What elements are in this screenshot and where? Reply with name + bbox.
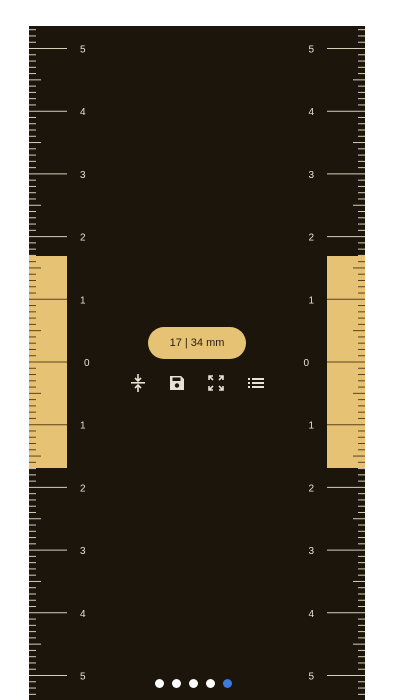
ruler-label: 4 bbox=[308, 107, 314, 118]
ruler-label: 4 bbox=[80, 107, 86, 118]
ruler-label: 3 bbox=[308, 170, 314, 181]
ruler-label: 2 bbox=[308, 483, 314, 494]
save-button[interactable] bbox=[166, 372, 188, 394]
ruler-label: 1 bbox=[80, 421, 86, 432]
page-dot[interactable] bbox=[206, 679, 215, 688]
ruler-screen[interactable]: 5 5 4 4 3 3 2 2 1 1 0 0 1 1 2 2 3 3 4 4 5 5 17 | 34 mm bbox=[29, 26, 365, 700]
ruler-label: 3 bbox=[80, 546, 86, 557]
ruler-label: 5 bbox=[80, 672, 86, 683]
compress-button[interactable] bbox=[127, 372, 149, 394]
list-button[interactable] bbox=[245, 372, 267, 394]
ruler-label: 2 bbox=[80, 233, 86, 244]
ruler-label: 3 bbox=[80, 170, 86, 181]
ruler-label: 1 bbox=[80, 295, 86, 306]
ruler-label: 0 bbox=[303, 358, 309, 369]
ruler-label: 3 bbox=[308, 546, 314, 557]
page-dot-active[interactable] bbox=[223, 679, 232, 688]
compress-icon bbox=[131, 374, 145, 392]
ruler-label: 5 bbox=[80, 45, 86, 56]
page-dot[interactable] bbox=[189, 679, 198, 688]
page-indicator bbox=[155, 679, 232, 688]
save-icon bbox=[170, 376, 184, 390]
ruler-label: 4 bbox=[80, 609, 86, 620]
ruler-label: 2 bbox=[308, 233, 314, 244]
ruler-label: 2 bbox=[80, 483, 86, 494]
ruler-scales: 5 5 4 4 3 3 2 2 1 1 0 0 1 1 2 2 3 3 4 4 5 5 bbox=[29, 29, 365, 695]
ruler-label: 0 bbox=[84, 358, 90, 369]
list-icon bbox=[248, 378, 264, 388]
ruler-label: 1 bbox=[308, 421, 314, 432]
ruler-label: 1 bbox=[308, 295, 314, 306]
fullscreen-button[interactable] bbox=[205, 372, 227, 394]
page-dot[interactable] bbox=[172, 679, 181, 688]
ruler-label: 5 bbox=[308, 45, 314, 56]
ruler-label: 5 bbox=[308, 672, 314, 683]
page-dot[interactable] bbox=[155, 679, 164, 688]
measurement-readout[interactable]: 17 | 34 mm bbox=[148, 327, 246, 359]
ruler-label: 4 bbox=[308, 609, 314, 620]
fullscreen-icon bbox=[208, 375, 224, 391]
